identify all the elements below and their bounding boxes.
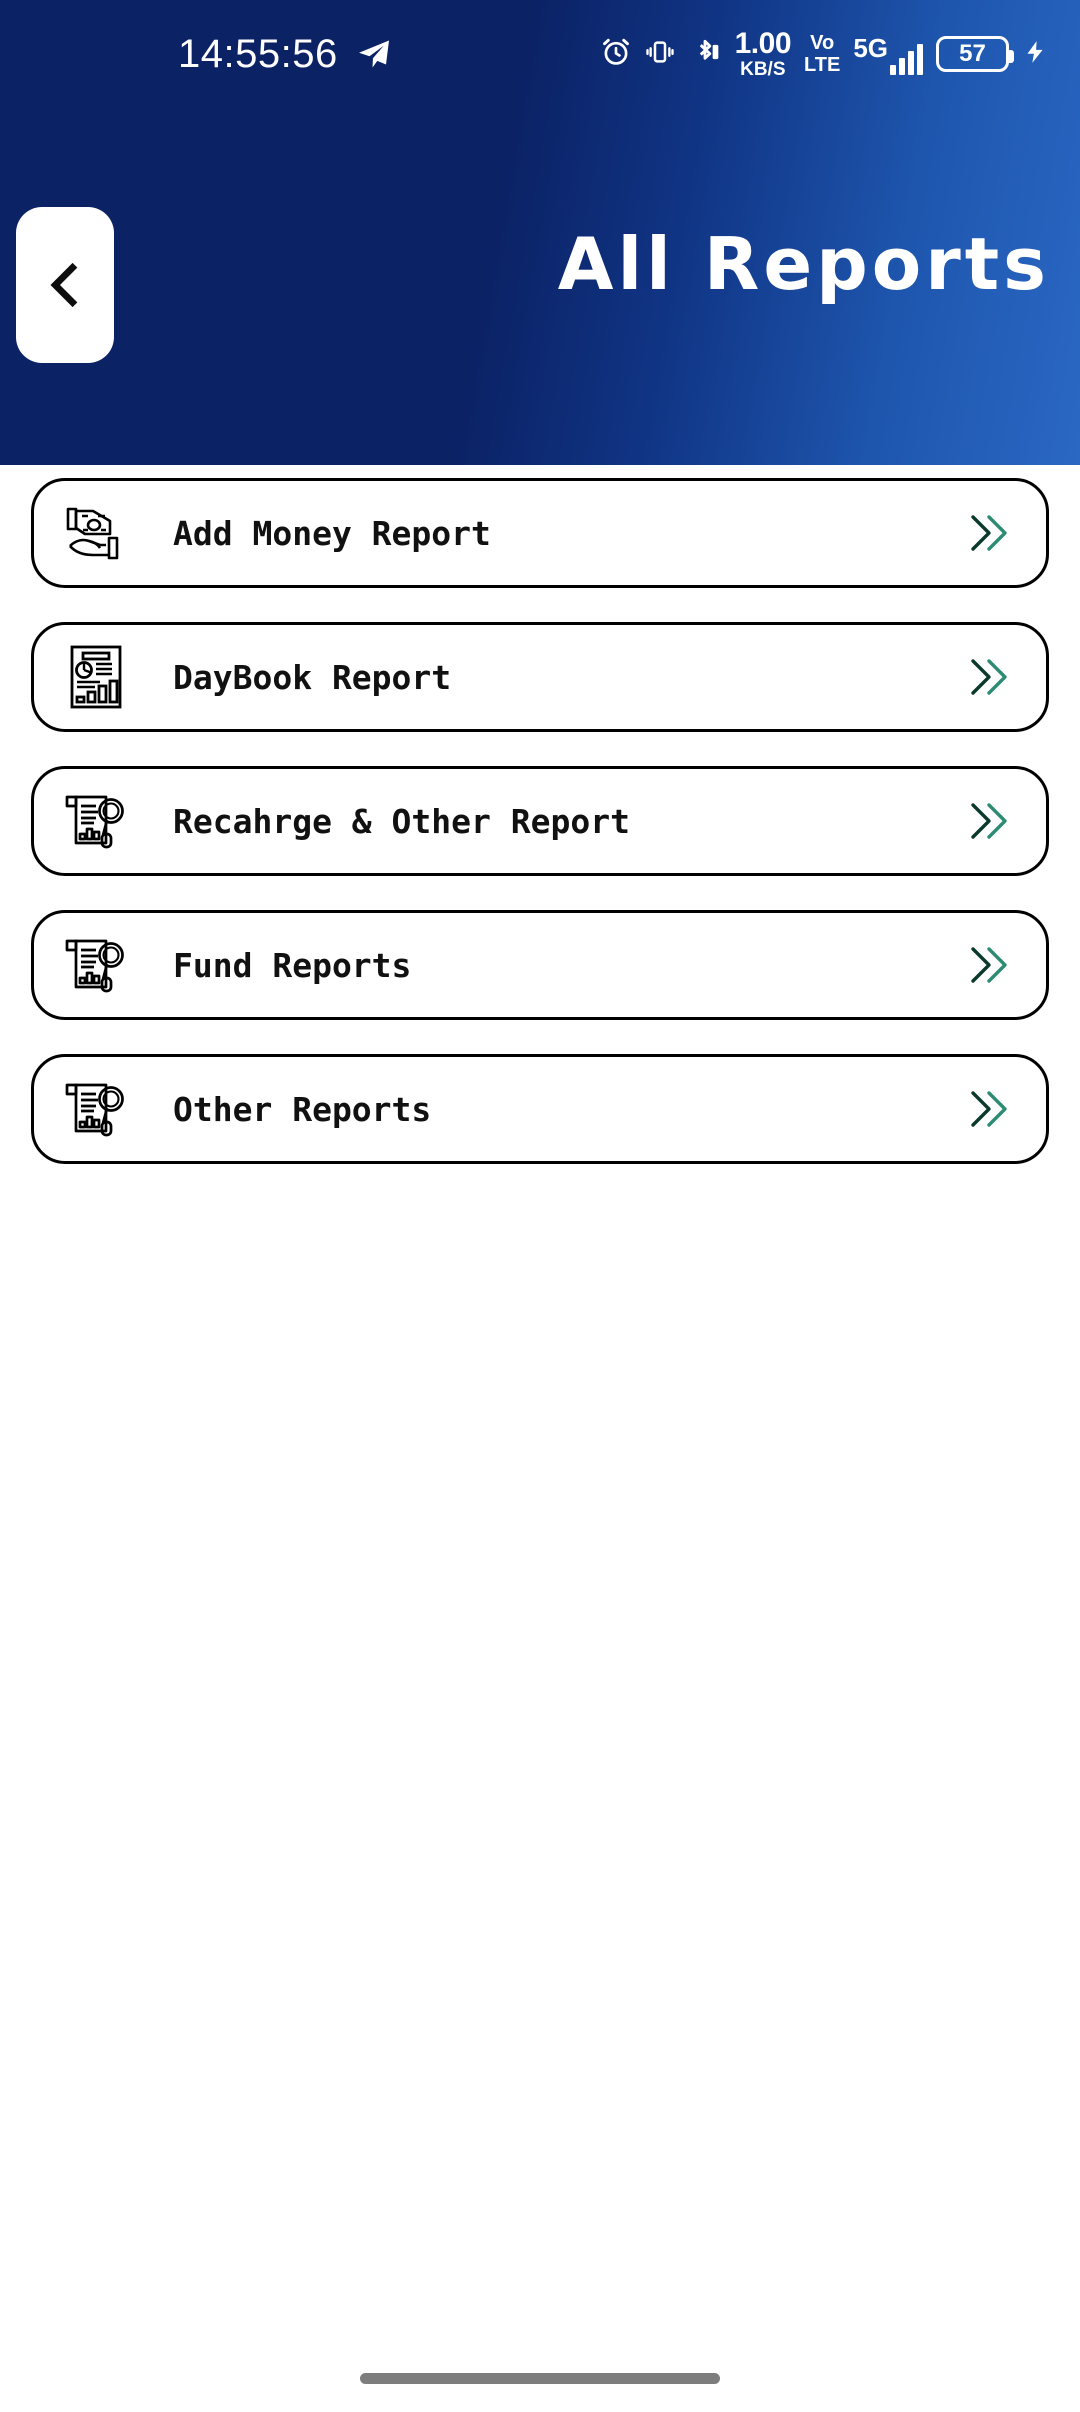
app-header: 14:55:56 1.00 KB/S Vo LTE 5G 57 All Repo… xyxy=(0,0,1080,465)
network-type-label: 5G xyxy=(853,33,888,63)
volte-icon: Vo LTE xyxy=(804,33,840,75)
status-clock: 14:55:56 xyxy=(178,31,338,76)
scroll-magnifier-icon xyxy=(61,1074,131,1144)
list-item-label: DayBook Report xyxy=(173,657,452,697)
double-chevron-right-icon[interactable] xyxy=(956,644,1022,710)
bluetooth-icon xyxy=(688,35,722,74)
alarm-clock-icon xyxy=(600,36,632,73)
signal-bars-icon xyxy=(890,43,923,75)
app-screen: 14:55:56 1.00 KB/S Vo LTE 5G 57 All Repo… xyxy=(0,0,1080,2412)
list-item[interactable]: Other Reports xyxy=(31,1054,1049,1164)
page-title: All Reports xyxy=(557,222,1050,306)
battery-percent: 57 xyxy=(959,40,986,67)
hand-money-icon xyxy=(61,498,131,568)
scroll-magnifier-icon xyxy=(61,786,131,856)
double-chevron-right-icon[interactable] xyxy=(956,788,1022,854)
vibrate-icon xyxy=(645,36,675,73)
network-speed-unit: KB/S xyxy=(740,59,786,80)
double-chevron-right-icon[interactable] xyxy=(956,1076,1022,1142)
list-item-label: Add Money Report xyxy=(173,513,491,553)
report-document-chart-icon xyxy=(61,642,131,712)
chevron-left-icon xyxy=(50,262,78,308)
back-button[interactable] xyxy=(16,207,114,363)
signal-indicator: 5G xyxy=(853,33,923,75)
list-item-label: Fund Reports xyxy=(173,945,412,985)
list-item[interactable]: Add Money Report xyxy=(31,478,1049,588)
status-bar: 14:55:56 1.00 KB/S Vo LTE 5G 57 xyxy=(0,0,1080,108)
status-bar-left: 14:55:56 xyxy=(178,32,392,77)
list-item-label: Other Reports xyxy=(173,1089,432,1129)
reports-list: Add Money Report DayBook Report Recahrge… xyxy=(0,478,1080,1198)
status-bar-right: 1.00 KB/S Vo LTE 5G 57 xyxy=(600,0,1048,108)
volte-line-2: LTE xyxy=(804,54,841,76)
network-speed-indicator: 1.00 KB/S xyxy=(734,27,792,80)
telegram-icon xyxy=(356,36,392,72)
double-chevron-right-icon[interactable] xyxy=(956,500,1022,566)
list-item-label: Recahrge & Other Report xyxy=(173,801,630,841)
list-item[interactable]: Recahrge & Other Report xyxy=(31,766,1049,876)
list-item[interactable]: Fund Reports xyxy=(31,910,1049,1020)
volte-line-1: Vo xyxy=(810,32,835,54)
list-item[interactable]: DayBook Report xyxy=(31,622,1049,732)
battery-indicator: 57 xyxy=(936,36,1014,72)
network-speed-value: 1.00 xyxy=(734,27,792,60)
charging-bolt-icon xyxy=(1022,36,1048,73)
scroll-magnifier-icon xyxy=(61,930,131,1000)
double-chevron-right-icon[interactable] xyxy=(956,932,1022,998)
home-indicator[interactable] xyxy=(360,2373,720,2384)
